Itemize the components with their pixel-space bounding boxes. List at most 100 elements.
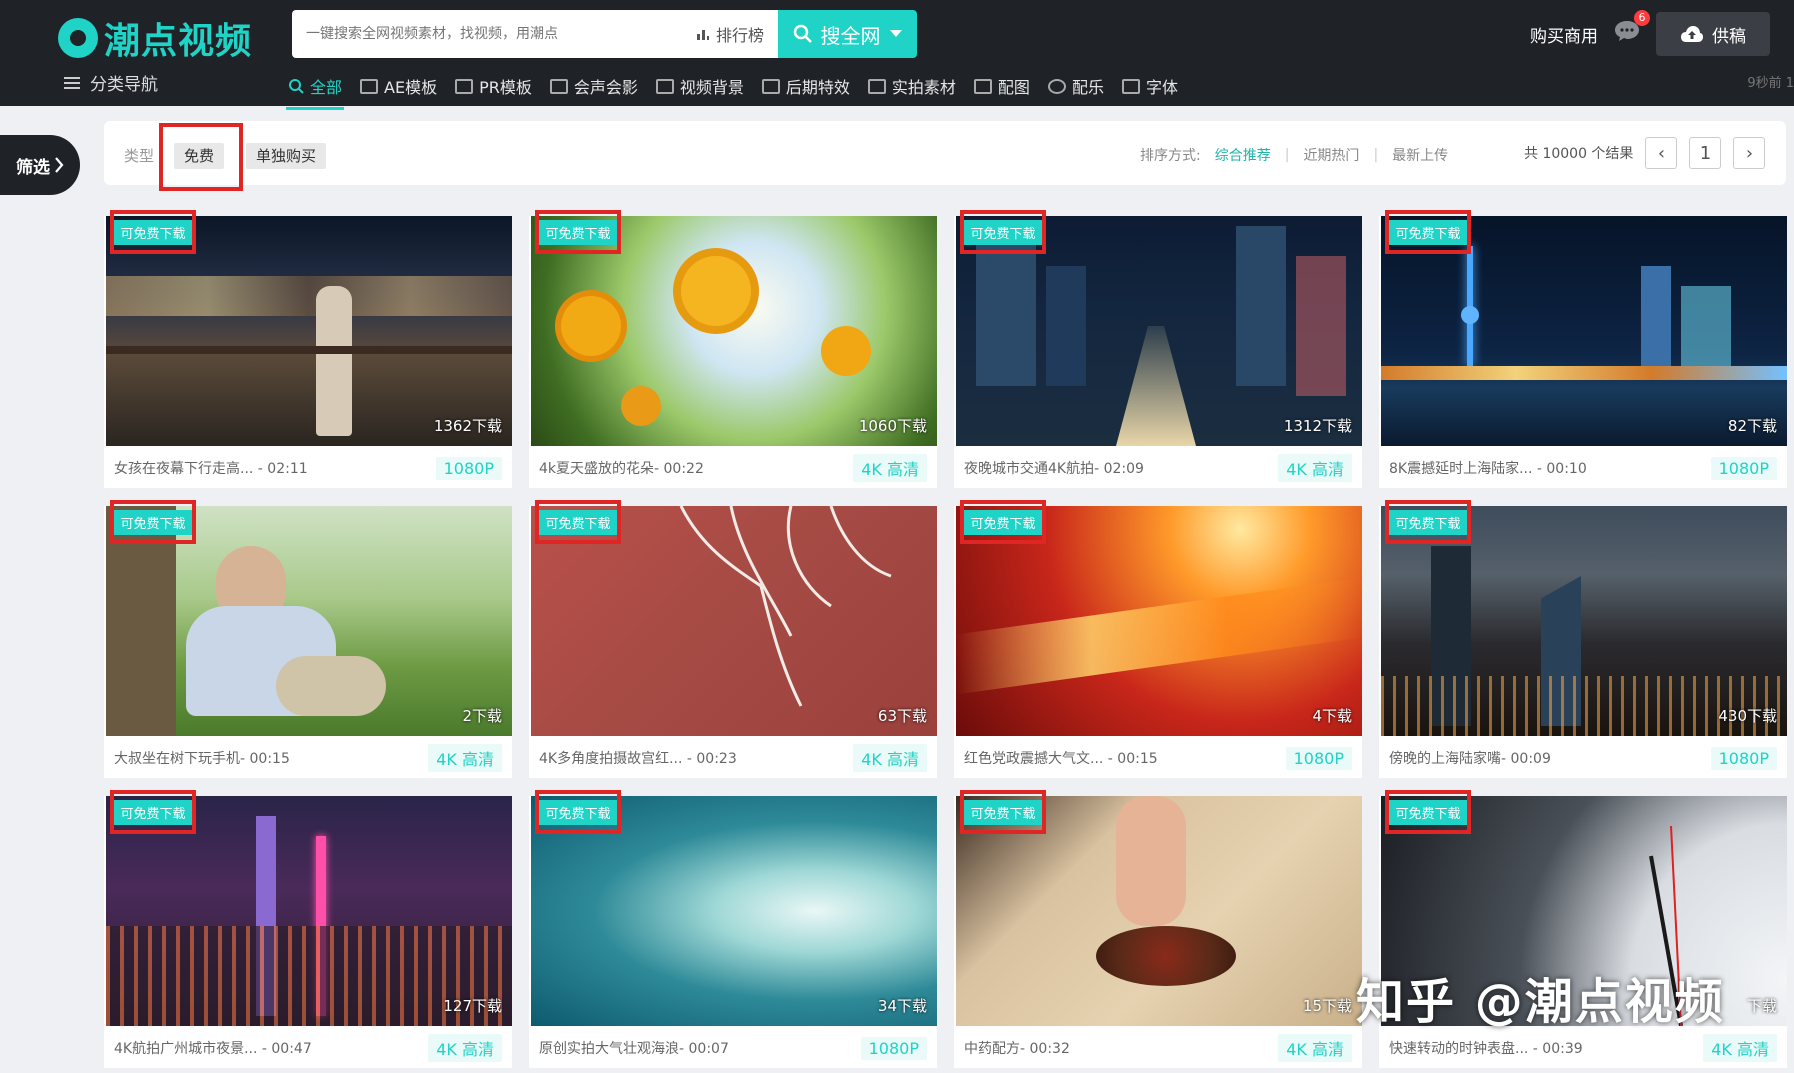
video-title[interactable]: 快速转动的时钟表盘... - 00:39 <box>1389 1038 1583 1058</box>
resolution-badge: 4K 高清 <box>853 744 927 772</box>
nav-video-editor[interactable]: 会声会影 <box>549 68 638 104</box>
video-card[interactable]: 34下载 可免费下载 原创实拍大气壮观海浪- 00:07 1080P <box>529 790 937 1068</box>
video-card[interactable]: 127下载 可免费下载 4K航拍广州城市夜景... - 00:47 4K 高清 <box>104 790 512 1068</box>
free-download-badge: 可免费下载 <box>960 790 1046 834</box>
badge-label: 可免费下载 <box>114 219 192 245</box>
prev-page-button[interactable]: ‹ <box>1645 137 1678 169</box>
sort-options: 排序方式: 综合推荐 | 近期热门 | 最新上传 <box>1140 145 1448 165</box>
nav-fonts[interactable]: 字体 <box>1121 68 1178 104</box>
search-box: 排行榜 <box>292 10 778 58</box>
search-input[interactable] <box>304 25 696 43</box>
image-icon <box>973 78 992 94</box>
video-card[interactable]: 15下载 可免费下载 中药配方- 00:32 4K 高清 <box>954 790 1362 1068</box>
category-nav-button[interactable]: 分类导航 <box>64 70 158 95</box>
video-title[interactable]: 傍晚的上海陆家嘴- 00:09 <box>1389 748 1551 768</box>
buy-commercial-link[interactable]: 购买商用 <box>1530 22 1598 47</box>
resolution-badge: 4K 高清 <box>853 454 927 482</box>
badge-label: 可免费下载 <box>1389 799 1467 825</box>
nav-video-backgrounds[interactable]: 视频背景 <box>655 68 744 104</box>
nav-label: 会声会影 <box>573 78 638 97</box>
search-all-button[interactable]: 搜全网 <box>778 10 917 58</box>
ae-icon <box>360 78 379 94</box>
download-count: 63下载 <box>877 707 927 725</box>
video-card[interactable]: 4下载 可免费下载 红色党政震撼大气文... - 00:15 1080P <box>954 500 1362 778</box>
chevron-right-icon: › <box>1745 142 1754 164</box>
pr-icon <box>455 78 474 94</box>
free-download-badge: 可免费下载 <box>535 500 621 544</box>
sort-recommended[interactable]: 综合推荐 <box>1215 145 1271 165</box>
next-page-button[interactable]: › <box>1733 137 1766 169</box>
video-title[interactable]: 中药配方- 00:32 <box>964 1038 1070 1058</box>
site-logo[interactable]: 潮点视频 <box>58 12 252 64</box>
video-card[interactable]: 82下载 可免费下载 8K震撼延时上海陆家... - 00:10 1080P <box>1379 210 1787 488</box>
nav-label: AE模板 <box>384 78 438 97</box>
badge-label: 可免费下载 <box>1389 219 1467 245</box>
resolution-badge: 4K 高清 <box>428 744 502 772</box>
nav-pr-templates[interactable]: PR模板 <box>455 68 532 104</box>
free-download-badge: 可免费下载 <box>110 500 196 544</box>
card-info: 4K多角度拍摄故宫红... - 00:23 4K 高清 <box>539 743 927 773</box>
video-card[interactable]: 1362下载 可免费下载 女孩在夜幕下行走高... - 02:11 1080P <box>104 210 512 488</box>
camera-icon <box>867 78 886 94</box>
caret-down-icon[interactable] <box>889 29 903 39</box>
video-title[interactable]: 红色党政震撼大气文... - 00:15 <box>964 748 1158 768</box>
video-title[interactable]: 夜晚城市交通4K航拍- 02:09 <box>964 458 1144 478</box>
badge-label: 可免费下载 <box>964 219 1042 245</box>
chip-single-purchase[interactable]: 单独购买 <box>246 143 327 169</box>
nav-all[interactable]: 全部 <box>285 68 345 110</box>
filter-toggle-button[interactable]: 筛选 <box>0 135 80 195</box>
chip-free[interactable]: 免费 <box>174 143 225 169</box>
nav-label: 全部 <box>310 78 343 97</box>
nav-label: PR模板 <box>479 78 532 97</box>
card-info: 4K航拍广州城市夜景... - 00:47 4K 高清 <box>114 1033 502 1063</box>
filter-toggle-label: 筛选 <box>16 157 50 178</box>
video-card[interactable]: 63下载 可免费下载 4K多角度拍摄故宫红... - 00:23 4K 高清 <box>529 500 937 778</box>
free-download-badge: 可免费下载 <box>535 210 621 254</box>
video-title[interactable]: 原创实拍大气壮观海浪- 00:07 <box>539 1038 729 1058</box>
badge-label: 可免费下载 <box>964 509 1042 535</box>
video-card[interactable]: 1060下载 可免费下载 4k夏天盛放的花朵- 00:22 4K 高清 <box>529 210 937 488</box>
video-title[interactable]: 大叔坐在树下玩手机- 00:15 <box>114 748 290 768</box>
resolution-badge: 1080P <box>1285 746 1352 770</box>
video-card[interactable]: 1312下载 可免费下载 夜晚城市交通4K航拍- 02:09 4K 高清 <box>954 210 1362 488</box>
download-count: 4下载 <box>1312 707 1352 725</box>
free-download-badge: 可免费下载 <box>1385 210 1471 254</box>
top-header: 潮点视频 排行榜 搜全网 购买商用 6 供稿 分类导航 全部 AE模板 PR模板… <box>0 0 1794 110</box>
video-card[interactable]: 2下载 可免费下载 大叔坐在树下玩手机- 00:15 4K 高清 <box>104 500 512 778</box>
free-download-badge: 可免费下载 <box>1385 790 1471 834</box>
download-count: 430下载 <box>1718 707 1777 725</box>
resolution-badge: 4K 高清 <box>428 1034 502 1062</box>
font-icon <box>1121 78 1140 94</box>
video-title[interactable]: 8K震撼延时上海陆家... - 00:10 <box>1389 458 1587 478</box>
current-page[interactable]: 1 <box>1689 137 1722 169</box>
sort-latest[interactable]: 最新上传 <box>1392 145 1448 165</box>
divider: | <box>1373 147 1379 163</box>
video-title[interactable]: 4k夏天盛放的花朵- 00:22 <box>539 458 704 478</box>
resolution-badge: 1080P <box>435 456 502 480</box>
video-title[interactable]: 女孩在夜幕下行走高... - 02:11 <box>114 458 308 478</box>
sort-popular[interactable]: 近期热门 <box>1303 145 1359 165</box>
download-count: 2下载 <box>462 707 502 725</box>
video-card[interactable]: 430下载 可免费下载 傍晚的上海陆家嘴- 00:09 1080P <box>1379 500 1787 778</box>
free-download-badge: 可免费下载 <box>1385 500 1471 544</box>
nav-music[interactable]: 配乐 <box>1047 68 1104 104</box>
download-count: 15下载 <box>1302 997 1352 1015</box>
sort-label: 排序方式: <box>1140 148 1201 164</box>
video-title[interactable]: 4K多角度拍摄故宫红... - 00:23 <box>539 748 737 768</box>
result-count: 共 10000 个结果 <box>1524 146 1634 162</box>
video-title[interactable]: 4K航拍广州城市夜景... - 00:47 <box>114 1038 312 1058</box>
badge-label: 可免费下载 <box>964 799 1042 825</box>
nav-effects[interactable]: 后期特效 <box>761 68 850 104</box>
nav-label: 字体 <box>1145 78 1178 97</box>
chevron-left-icon: ‹ <box>1657 142 1666 164</box>
nav-live-footage[interactable]: 实拍素材 <box>867 68 956 104</box>
ranking-link[interactable]: 排行榜 <box>696 22 764 46</box>
nav-ae-templates[interactable]: AE模板 <box>360 68 437 104</box>
pagination: 共 10000 个结果 ‹ 1 › <box>1524 137 1766 169</box>
cloud-upload-icon <box>1681 26 1703 42</box>
nav-images[interactable]: 配图 <box>973 68 1030 104</box>
resolution-badge: 1080P <box>1710 746 1777 770</box>
upload-button[interactable]: 供稿 <box>1656 12 1770 56</box>
card-info: 夜晚城市交通4K航拍- 02:09 4K 高清 <box>964 453 1352 483</box>
free-download-badge: 可免费下载 <box>960 210 1046 254</box>
